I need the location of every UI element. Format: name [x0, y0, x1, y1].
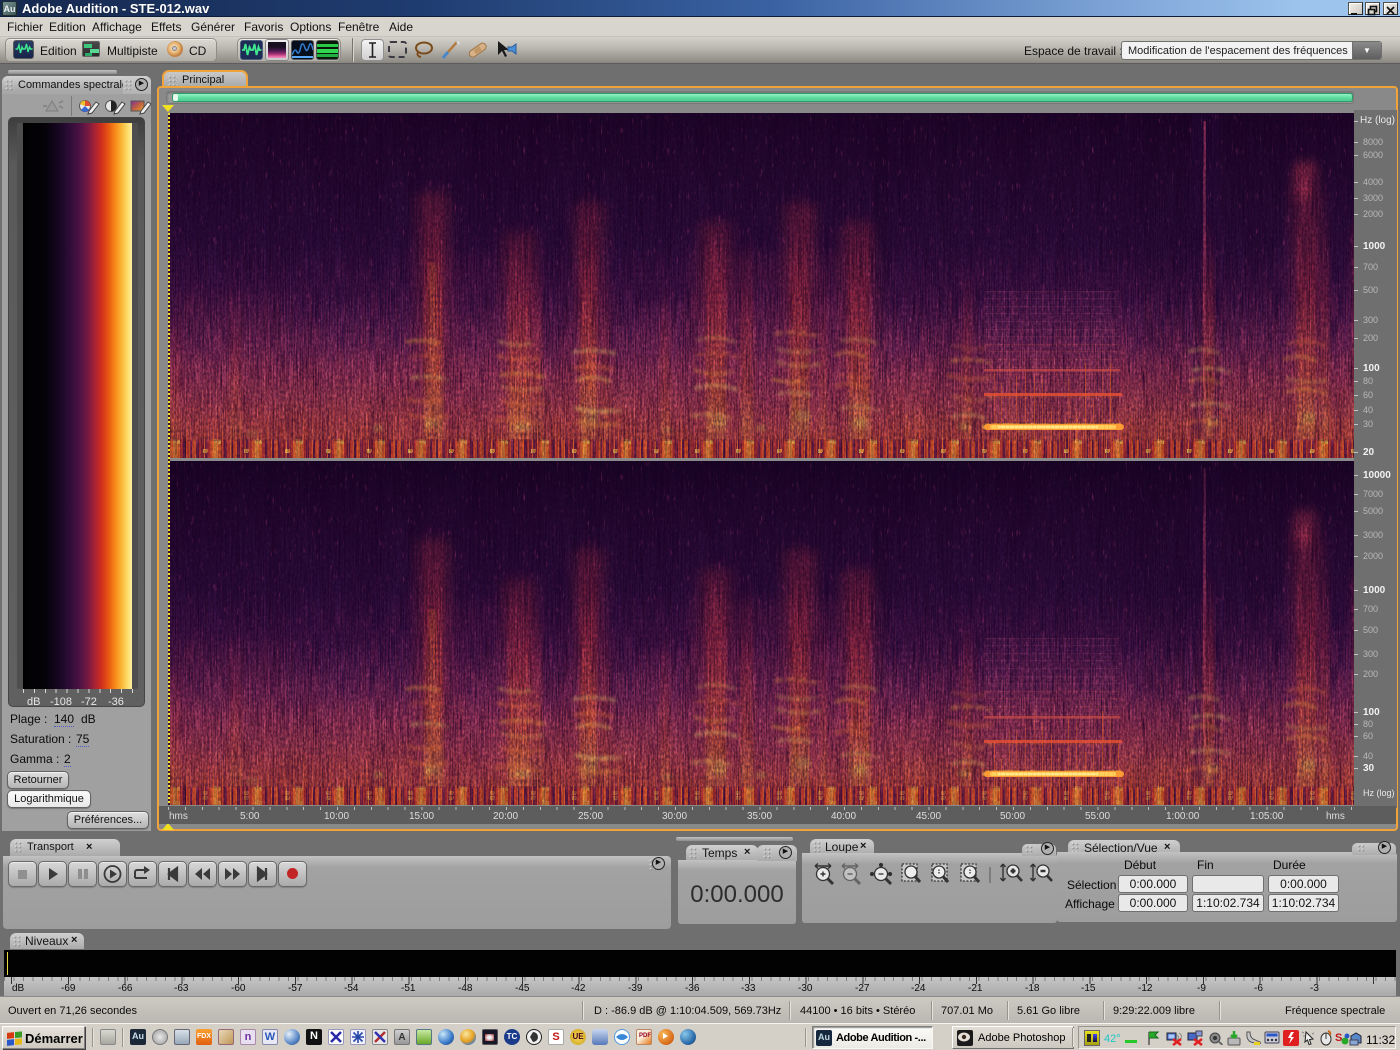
svg-text:S: S: [1335, 1032, 1342, 1044]
